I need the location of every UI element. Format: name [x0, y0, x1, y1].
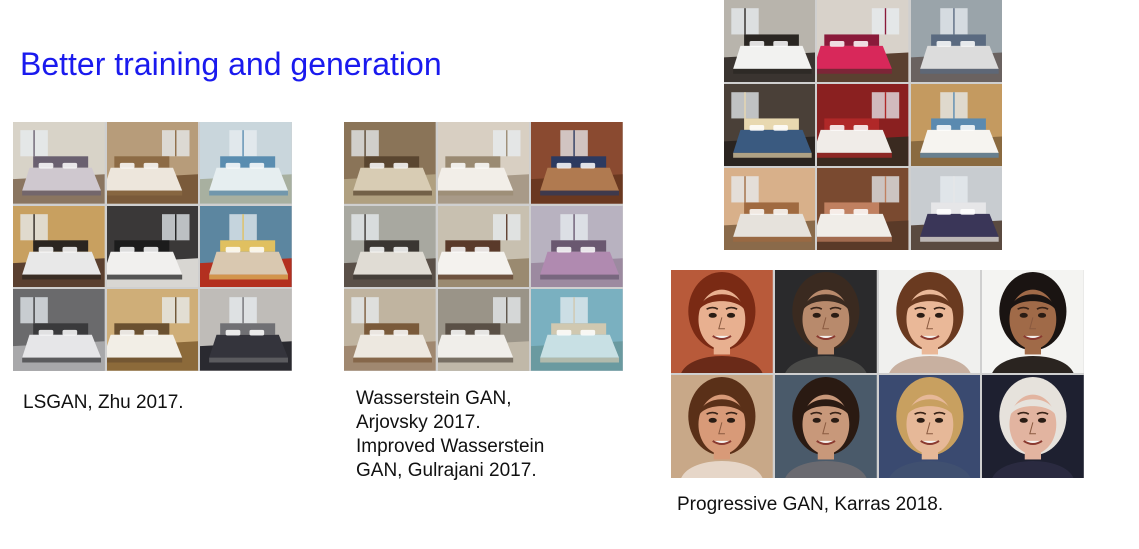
bedroom-image	[200, 289, 292, 371]
bedroom-image	[724, 0, 816, 82]
lsgan-caption: LSGAN, Zhu 2017.	[23, 391, 184, 415]
bedroom-image	[817, 0, 909, 82]
bedroom-image	[344, 122, 436, 204]
bedroom-image	[13, 205, 105, 288]
bedroom-image	[724, 168, 816, 250]
face-image	[774, 270, 877, 373]
progan-caption-line: Progressive GAN, Karras 2018.	[677, 494, 944, 515]
bedroom-image	[200, 122, 292, 204]
bedroom-image	[344, 289, 436, 371]
bedroom-image	[817, 168, 909, 250]
bedroom-image	[106, 205, 199, 288]
bedroom-image	[437, 289, 530, 371]
bedroom-image	[106, 122, 199, 204]
wgan-caption-line: Improved Wasserstein	[356, 436, 545, 457]
progan-face-grid	[671, 270, 1084, 478]
slide-subtitle: Better training and generation	[20, 46, 442, 82]
face-image	[774, 375, 877, 478]
heading-fragment	[140, 0, 200, 8]
bedroom-image	[531, 205, 623, 288]
bedroom-image	[817, 84, 909, 166]
bedroom-image	[910, 84, 1002, 166]
bedroom-image	[106, 289, 199, 371]
bedroom-image	[910, 168, 1002, 250]
bedroom-image	[13, 289, 105, 371]
bedroom-image	[531, 289, 623, 371]
face-image	[671, 270, 773, 373]
bedroom-image	[200, 205, 292, 288]
progan-bedroom-grid	[724, 0, 1002, 250]
bedroom-image	[531, 122, 623, 204]
progan-caption: Progressive GAN, Karras 2018.	[677, 493, 943, 517]
bedroom-image	[344, 205, 436, 288]
lsgan-image-grid	[13, 122, 292, 371]
bedroom-image	[13, 122, 105, 204]
face-image	[878, 375, 981, 478]
slide: { "slide": { "subtitle": "Better trainin…	[0, 0, 1139, 549]
face-image	[982, 375, 1084, 478]
wgan-caption: Wasserstein GAN, Arjovsky 2017. Improved…	[356, 387, 544, 483]
face-image	[671, 375, 773, 478]
bedroom-image	[724, 84, 816, 166]
wgan-caption-line: GAN, Gulrajani 2017.	[356, 460, 537, 481]
lsgan-caption-line: LSGAN, Zhu 2017.	[23, 392, 184, 413]
face-image	[982, 270, 1084, 373]
wgan-caption-line: Arjovsky 2017.	[356, 412, 481, 433]
face-image	[878, 270, 981, 373]
bedroom-image	[437, 205, 530, 288]
bedroom-image	[437, 122, 530, 204]
wgan-image-grid	[344, 122, 623, 371]
bedroom-image	[910, 0, 1002, 82]
wgan-caption-line: Wasserstein GAN,	[356, 388, 512, 409]
